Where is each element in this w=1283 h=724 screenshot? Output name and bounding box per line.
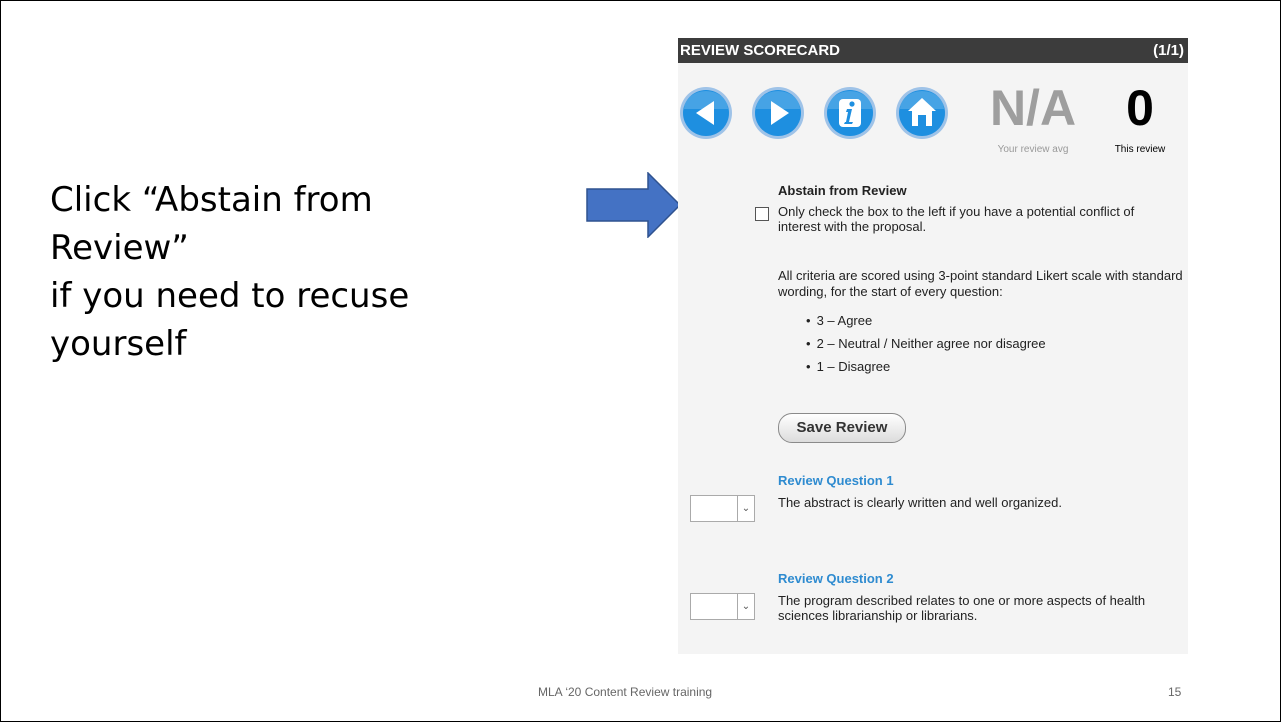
review-question-2-title: Review Question 2 [778,571,894,586]
info-icon[interactable] [823,86,877,140]
average-score: N/A Your review avg [988,80,1078,155]
chevron-down-icon: ⌄ [737,594,754,619]
instruction-text: Click “Abstain from Review” if you need … [50,176,510,368]
likert-option: 1 – Disagree [806,358,1046,381]
instruction-line: if you need to recuse [50,276,410,316]
review-question-2-text: The program described relates to one or … [778,593,1146,623]
likert-intro: All criteria are scored using 3-point st… [778,268,1183,299]
this-review-score: 0 This review [1100,80,1180,155]
review-question-1-title: Review Question 1 [778,473,894,488]
abstain-checkbox[interactable] [755,207,769,221]
pointer-arrow-icon [586,172,682,238]
this-review-score-label: This review [1114,144,1166,155]
likert-list: 3 – Agree 2 – Neutral / Neither agree no… [806,312,1046,381]
average-score-label: Your review avg [997,144,1069,155]
likert-option: 3 – Agree [806,312,1046,335]
forward-arrow-icon[interactable] [751,86,805,140]
likert-option: 2 – Neutral / Neither agree nor disagree [806,335,1046,358]
back-arrow-icon[interactable] [679,86,733,140]
scorecard-header: REVIEW SCORECARD (1/1) [678,38,1188,63]
scorecard-page-indicator: (1/1) [1153,42,1184,59]
chevron-down-icon: ⌄ [737,496,754,521]
average-score-value: N/A [989,80,1077,136]
scorecard-title: REVIEW SCORECARD [680,42,841,59]
abstain-description: Only check the box to the left if you ha… [778,204,1135,234]
this-review-score-value: 0 [1126,80,1154,136]
instruction-line: Review” [50,228,189,268]
footer-text: MLA ‘20 Content Review training [538,685,713,699]
instruction-line: yourself [50,324,187,364]
slide-page-number: 15 [1168,685,1182,699]
home-icon[interactable] [895,86,949,140]
review-scorecard-panel: REVIEW SCORECARD (1/1) N/A Your review a… [678,38,1188,654]
review-question-2-select[interactable]: ⌄ [690,593,755,620]
instruction-line: Click “Abstain from [50,180,373,220]
review-question-1-select[interactable]: ⌄ [690,495,755,522]
save-review-button[interactable]: Save Review [778,413,906,443]
review-question-1-text: The abstract is clearly written and well… [778,495,1062,510]
abstain-title: Abstain from Review [778,183,907,198]
